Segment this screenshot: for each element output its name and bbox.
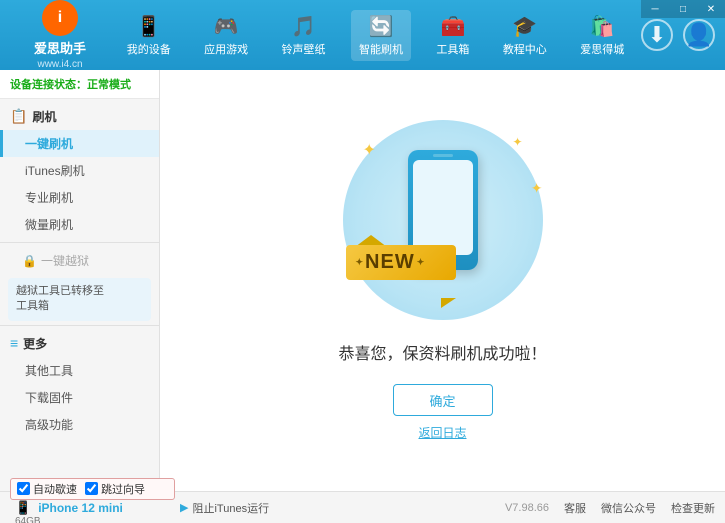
phone-illustration: ✦ ✦ ✦ ✦	[333, 120, 553, 320]
nav-my-device[interactable]: 📱 我的设备	[119, 10, 179, 61]
app-name: 爱思助手	[34, 38, 86, 57]
my-device-icon: 📱	[136, 14, 161, 39]
tutorial-icon: 🎓	[512, 14, 537, 39]
itunes-status: ▶ 阻止iTunes运行	[180, 500, 269, 516]
sidebar-itunes-flash[interactable]: iTunes刷机	[0, 157, 159, 184]
nav-toolbox[interactable]: 🧰 工具箱	[428, 10, 477, 61]
confirm-button[interactable]: 确定	[393, 384, 493, 416]
store-label: 爱思得城	[580, 41, 624, 57]
bottom-right: V7.98.66 客服 微信公众号 检查更新	[269, 500, 715, 516]
phone-screen	[413, 160, 473, 255]
jailbreak-section: 🔒 一键越狱 越狱工具已转移至 工具箱	[0, 247, 159, 321]
nav-smart-flash[interactable]: 🔄 智能刷机	[351, 10, 411, 61]
ringtone-label: 铃声壁纸	[282, 41, 326, 57]
sparkle-4: ✦	[531, 180, 543, 197]
nav-tutorial[interactable]: 🎓 教程中心	[495, 10, 555, 61]
nav-bar: 📱 我的设备 🎮 应用游戏 🎵 铃声壁纸 🔄 智能刷机 🧰 工具箱 🎓	[110, 10, 641, 61]
flash-section: 📋 刷机 一键刷机 iTunes刷机 专业刷机 微量刷机	[0, 103, 159, 238]
device-storage: 64GB	[15, 516, 175, 523]
main-layout: 设备连接状态：正常模式 📋 刷机 一键刷机 iTunes刷机 专业刷机 微量刷机…	[0, 70, 725, 491]
logo-area: i 爱思助手 www.i4.cn	[10, 0, 110, 70]
status-value: 正常模式	[87, 79, 131, 91]
auto-dismiss-label: 自动歇速	[33, 481, 77, 497]
flash-group-label: 刷机	[32, 108, 56, 125]
logo-icon: i	[42, 0, 78, 36]
phone-speaker	[433, 154, 453, 157]
new-ribbon: ✦ NEW ✦	[351, 245, 451, 300]
window-controls: ─ □ ✕	[641, 0, 725, 18]
store-icon: 🛍️	[590, 14, 615, 39]
apps-icon: 🎮	[214, 14, 239, 39]
lock-icon: 🔒	[22, 254, 37, 268]
toolbox-label: 工具箱	[436, 41, 469, 57]
jailbreak-label: 一键越狱	[41, 252, 89, 269]
nav-apps-games[interactable]: 🎮 应用游戏	[196, 10, 256, 61]
skip-guide-input[interactable]	[85, 482, 98, 495]
more-group-label: 更多	[23, 335, 47, 352]
smart-flash-icon: 🔄	[369, 14, 394, 39]
star-right: ✦	[417, 257, 425, 268]
sidebar-pro-flash[interactable]: 专业刷机	[0, 184, 159, 211]
skip-guide-checkbox[interactable]: 跳过向导	[85, 481, 145, 497]
device-name: iPhone 12 mini	[38, 501, 123, 515]
jailbreak-group-header: 🔒 一键越狱	[0, 247, 159, 274]
success-message: 恭喜您，保资料刷机成功啦！	[338, 340, 546, 364]
sidebar-one-click-flash[interactable]: 一键刷机	[0, 130, 159, 157]
content-area: ✦ ✦ ✦ ✦	[160, 70, 725, 491]
status-bar: 设备连接状态：正常模式	[0, 70, 159, 99]
more-group-icon: ≡	[10, 335, 18, 351]
sidebar: 设备连接状态：正常模式 📋 刷机 一键刷机 iTunes刷机 专业刷机 微量刷机…	[0, 70, 160, 491]
star-left: ✦	[356, 257, 364, 268]
header: i 爱思助手 www.i4.cn 📱 我的设备 🎮 应用游戏 🎵 铃声壁纸 🔄 …	[0, 0, 725, 70]
jailbreak-notice: 越狱工具已转移至 工具箱	[8, 278, 151, 321]
user-button[interactable]: 👤	[683, 19, 715, 51]
auto-dismiss-input[interactable]	[17, 482, 30, 495]
sparkle-1: ✦	[363, 140, 376, 160]
divider-2	[0, 325, 159, 326]
version-label: V7.98.66	[505, 502, 549, 514]
download-button[interactable]: ⬇	[641, 19, 673, 51]
logo-subtitle: www.i4.cn	[37, 59, 82, 70]
header-right: ⬇ 👤	[641, 19, 715, 51]
more-group-header: ≡ 更多	[0, 330, 159, 357]
tutorial-label: 教程中心	[503, 41, 547, 57]
apps-label: 应用游戏	[204, 41, 248, 57]
minimize-button[interactable]: ─	[641, 0, 669, 18]
nav-ringtone[interactable]: 🎵 铃声壁纸	[274, 10, 334, 61]
device-phone-icon: 📱	[15, 500, 31, 516]
bottom-bar: 自动歇速 跳过向导 📱 iPhone 12 mini 64GB Down-12m…	[0, 491, 725, 523]
close-button[interactable]: ✕	[697, 0, 725, 18]
ringtone-icon: 🎵	[291, 14, 316, 39]
nav-store[interactable]: 🛍️ 爱思得城	[572, 10, 632, 61]
check-update-link[interactable]: 检查更新	[671, 500, 715, 516]
sparkle-2: ✦	[512, 135, 522, 149]
auto-dismiss-checkbox[interactable]: 自动歇速	[17, 481, 77, 497]
status-label: 设备连接状态：	[10, 79, 87, 91]
new-text: NEW	[365, 251, 415, 274]
toolbox-icon: 🧰	[440, 14, 465, 39]
skip-guide-label: 跳过向导	[101, 481, 145, 497]
sidebar-advanced[interactable]: 高级功能	[0, 411, 159, 438]
customer-service-link[interactable]: 客服	[564, 500, 586, 516]
device-info: 📱 iPhone 12 mini 64GB Down-12mini-13,1	[15, 500, 175, 523]
bottom-left: 自动歇速 跳过向导 📱 iPhone 12 mini 64GB Down-12m…	[10, 478, 175, 523]
flash-group-header: 📋 刷机	[0, 103, 159, 130]
flash-group-icon: 📋	[10, 108, 27, 125]
sidebar-micro-flash[interactable]: 微量刷机	[0, 211, 159, 238]
sidebar-other-tools[interactable]: 其他工具	[0, 357, 159, 384]
smart-flash-label: 智能刷机	[359, 41, 403, 57]
sidebar-download-firmware[interactable]: 下载固件	[0, 384, 159, 411]
secondary-link[interactable]: 返回日志	[418, 424, 466, 441]
my-device-label: 我的设备	[127, 41, 171, 57]
wechat-link[interactable]: 微信公众号	[601, 500, 656, 516]
more-section: ≡ 更多 其他工具 下载固件 高级功能	[0, 330, 159, 438]
itunes-label: 阻止iTunes运行	[192, 500, 269, 516]
maximize-button[interactable]: □	[669, 0, 697, 18]
divider-1	[0, 242, 159, 243]
itunes-icon: ▶	[180, 501, 188, 514]
